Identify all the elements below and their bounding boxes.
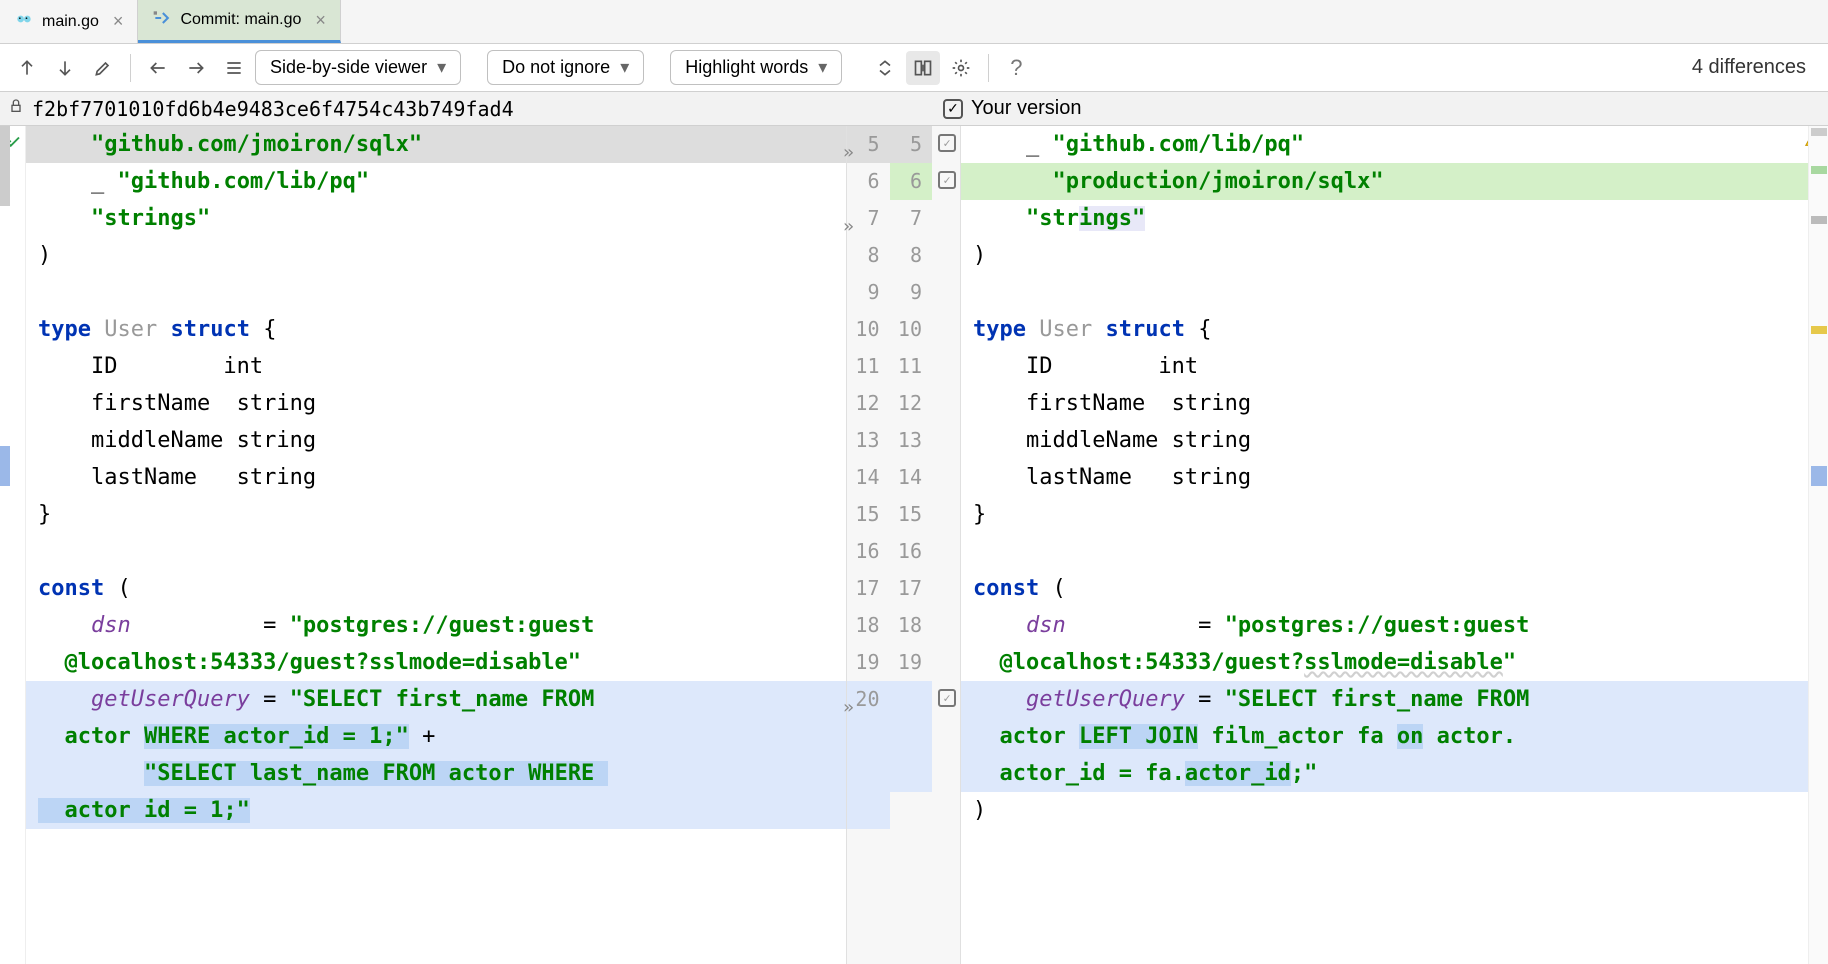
nav-back-button[interactable]: [141, 51, 175, 85]
code-line: [26, 533, 846, 570]
code-line: actor LEFT JOIN film_actor fa on actor.: [961, 718, 1828, 755]
chevron-down-icon: ▾: [620, 57, 629, 78]
code-line: }: [961, 496, 1828, 533]
code-line: [26, 274, 846, 311]
settings-button[interactable]: [944, 51, 978, 85]
tab-label: main.go: [42, 13, 99, 31]
code-line: actor id = 1;": [26, 792, 846, 829]
minimap[interactable]: [1808, 126, 1828, 964]
code-line: dsn = "postgres://guest:guest: [961, 607, 1828, 644]
code-line: dsn = "postgres://guest:guest: [26, 607, 846, 644]
code-line: [961, 533, 1828, 570]
chunk-checkbox[interactable]: ✓: [938, 134, 956, 152]
right-version: ✓ Your version: [935, 97, 1828, 120]
code-line: }: [26, 496, 846, 533]
version-checkbox[interactable]: ✓: [943, 99, 963, 119]
code-line: "production/jmoiron/sqlx": [961, 163, 1828, 200]
code-line: getUserQuery = "SELECT first_name FROM: [961, 681, 1828, 718]
left-code-pane[interactable]: "github.com/jmoiron/sqlx" _ "github.com/…: [26, 126, 846, 964]
left-version: f2bf7701010fd6b4e9483ce6f4754c43b749fad4: [0, 97, 935, 121]
right-code-pane[interactable]: _ "github.com/lib/pq" "production/jmoiro…: [961, 126, 1828, 964]
code-line: type User struct {: [26, 311, 846, 348]
code-line: ID int: [961, 348, 1828, 385]
editor-tabs: main.go × Commit: main.go ×: [0, 0, 1828, 44]
code-line: getUserQuery = "SELECT first_name FROM: [26, 681, 846, 718]
next-diff-button[interactable]: [48, 51, 82, 85]
code-line: _ "github.com/lib/pq": [26, 163, 846, 200]
code-line: middleName string: [961, 422, 1828, 459]
code-line: lastName string: [961, 459, 1828, 496]
dropdown-label: Highlight words: [685, 57, 808, 78]
right-gutter: 5✓ 6✓ 7 8 9 10 11 12 13 14 15 16 17 18 1…: [890, 126, 961, 964]
tab-label: Commit: main.go: [180, 11, 301, 29]
code-line: actor_id = fa.actor_id;": [961, 755, 1828, 792]
code-line: firstName string: [26, 385, 846, 422]
code-line: "github.com/jmoiron/sqlx": [26, 126, 846, 163]
separator: [130, 54, 131, 82]
code-line: firstName string: [961, 385, 1828, 422]
code-line: @localhost:54333/guest?sslmode=disable": [961, 644, 1828, 681]
diff-view: "github.com/jmoiron/sqlx" _ "github.com/…: [0, 126, 1828, 964]
chunk-checkbox[interactable]: ✓: [938, 171, 956, 189]
help-button[interactable]: ?: [999, 51, 1033, 85]
code-line: const (: [961, 570, 1828, 607]
code-line: ): [961, 237, 1828, 274]
diff-count-label: 4 differences: [1692, 56, 1818, 79]
sync-scroll-button[interactable]: [906, 51, 940, 85]
code-line: lastName string: [26, 459, 846, 496]
right-version-label: Your version: [971, 97, 1081, 120]
viewer-mode-dropdown[interactable]: Side-by-side viewer ▾: [255, 50, 461, 85]
code-line: type User struct {: [961, 311, 1828, 348]
code-line: const (: [26, 570, 846, 607]
code-line: middleName string: [26, 422, 846, 459]
left-gutter: »5 6 »7 8 9 10 11 12 13 14 15 16 17 18 1…: [847, 126, 890, 964]
code-line: @localhost:54333/guest?sslmode=disable": [26, 644, 846, 681]
close-icon[interactable]: ×: [309, 10, 326, 31]
commit-hash: f2bf7701010fd6b4e9483ce6f4754c43b749fad4: [32, 97, 514, 121]
code-line: ID int: [26, 348, 846, 385]
separator: [988, 54, 989, 82]
tab-commit-main-go[interactable]: Commit: main.go ×: [138, 0, 340, 43]
left-marker-strip: [0, 126, 26, 964]
code-line: actor WHERE actor_id = 1;" +: [26, 718, 846, 755]
list-button[interactable]: [217, 51, 251, 85]
ignore-dropdown[interactable]: Do not ignore ▾: [487, 50, 644, 85]
code-line: "SELECT last_name FROM actor WHERE: [26, 755, 846, 792]
lock-icon: [8, 97, 24, 120]
prev-diff-button[interactable]: [10, 51, 44, 85]
code-line: ): [961, 792, 1828, 829]
commit-diff-icon: [152, 8, 172, 33]
code-line: ): [26, 237, 846, 274]
code-line: _ "github.com/lib/pq": [961, 126, 1828, 163]
nav-forward-button[interactable]: [179, 51, 213, 85]
go-file-icon: [14, 9, 34, 34]
diff-toolbar: Side-by-side viewer ▾ Do not ignore ▾ Hi…: [0, 44, 1828, 92]
tab-main-go[interactable]: main.go ×: [0, 0, 138, 43]
version-header: f2bf7701010fd6b4e9483ce6f4754c43b749fad4…: [0, 92, 1828, 126]
code-line: "strings": [961, 200, 1828, 237]
close-icon[interactable]: ×: [107, 11, 124, 32]
collapse-unchanged-button[interactable]: [868, 51, 902, 85]
dropdown-label: Do not ignore: [502, 57, 610, 78]
dropdown-label: Side-by-side viewer: [270, 57, 427, 78]
chevron-down-icon: ▾: [437, 57, 446, 78]
line-number-gutter: »5 6 »7 8 9 10 11 12 13 14 15 16 17 18 1…: [846, 126, 961, 964]
highlight-dropdown[interactable]: Highlight words ▾: [670, 50, 842, 85]
edit-button[interactable]: [86, 51, 120, 85]
code-line: "strings": [26, 200, 846, 237]
chevron-down-icon: ▾: [818, 57, 827, 78]
chunk-checkbox[interactable]: ✓: [938, 689, 956, 707]
code-line: [961, 274, 1828, 311]
